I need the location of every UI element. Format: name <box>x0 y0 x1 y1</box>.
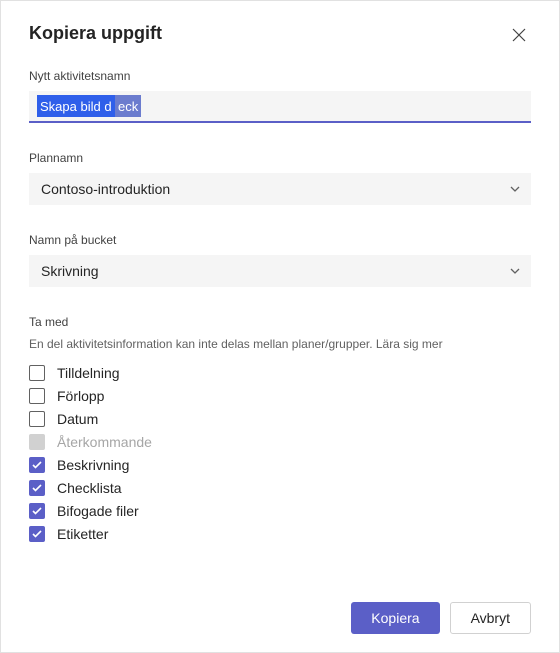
checkbox[interactable] <box>29 526 45 542</box>
include-option-label: Förlopp <box>57 388 104 404</box>
include-option[interactable]: Checklista <box>29 480 531 496</box>
include-description: En del aktivitetsinformation kan inte de… <box>29 337 531 351</box>
include-option[interactable]: Förlopp <box>29 388 531 404</box>
dialog-header: Kopiera uppgift <box>29 23 531 47</box>
checkbox[interactable] <box>29 503 45 519</box>
learn-more-link[interactable]: Lära sig mer <box>376 337 443 351</box>
checkbox[interactable] <box>29 411 45 427</box>
include-checklist: Tilldelning Förlopp Datum Återkommande Beskr… <box>29 365 531 542</box>
checkbox[interactable] <box>29 388 45 404</box>
copy-task-dialog: Kopiera uppgift Nytt aktivitetsnamn Skap… <box>1 1 559 652</box>
bucket-name-select[interactable]: Skrivning <box>29 255 531 287</box>
activity-name-label: Nytt aktivitetsnamn <box>29 69 531 83</box>
copy-button[interactable]: Kopiera <box>351 602 439 634</box>
include-option-label: Checklista <box>57 480 122 496</box>
include-option-label: Beskrivning <box>57 457 129 473</box>
bucket-name-field: Namn på bucket Skrivning <box>29 233 531 287</box>
activity-name-field: Nytt aktivitetsnamn Skapa bild d eck <box>29 69 531 123</box>
include-option-label: Återkommande <box>57 434 152 450</box>
chevron-down-icon <box>509 183 521 195</box>
include-option-label: Tilldelning <box>57 365 120 381</box>
plan-name-select[interactable]: Contoso-introduktion <box>29 173 531 205</box>
plan-name-field: Plannamn Contoso-introduktion <box>29 151 531 205</box>
plan-name-value: Contoso-introduktion <box>41 181 170 197</box>
include-label: Ta med <box>29 315 531 329</box>
include-description-text: En del aktivitetsinformation kan inte de… <box>29 337 376 351</box>
checkbox[interactable] <box>29 457 45 473</box>
include-option[interactable]: Bifogade filer <box>29 503 531 519</box>
include-option[interactable]: Beskrivning <box>29 457 531 473</box>
plan-name-label: Plannamn <box>29 151 531 165</box>
include-option[interactable]: Datum <box>29 411 531 427</box>
cancel-button[interactable]: Avbryt <box>450 602 531 634</box>
include-option-label: Bifogade filer <box>57 503 139 519</box>
activity-name-rest-text: eck <box>115 95 141 117</box>
checkbox[interactable] <box>29 365 45 381</box>
include-option[interactable]: Etiketter <box>29 526 531 542</box>
checkbox <box>29 434 45 450</box>
activity-name-selected-text: Skapa bild d <box>37 95 115 117</box>
close-button[interactable] <box>507 23 531 47</box>
activity-name-input[interactable]: Skapa bild d eck <box>29 91 531 123</box>
include-section: Ta med En del aktivitetsinformation kan … <box>29 315 531 542</box>
dialog-title: Kopiera uppgift <box>29 23 162 44</box>
include-option-label: Datum <box>57 411 98 427</box>
bucket-name-label: Namn på bucket <box>29 233 531 247</box>
dialog-footer: Kopiera Avbryt <box>351 602 531 634</box>
include-option-label: Etiketter <box>57 526 108 542</box>
include-option[interactable]: Tilldelning <box>29 365 531 381</box>
checkbox[interactable] <box>29 480 45 496</box>
close-icon <box>511 27 527 43</box>
include-option: Återkommande <box>29 434 531 450</box>
chevron-down-icon <box>509 265 521 277</box>
bucket-name-value: Skrivning <box>41 263 99 279</box>
